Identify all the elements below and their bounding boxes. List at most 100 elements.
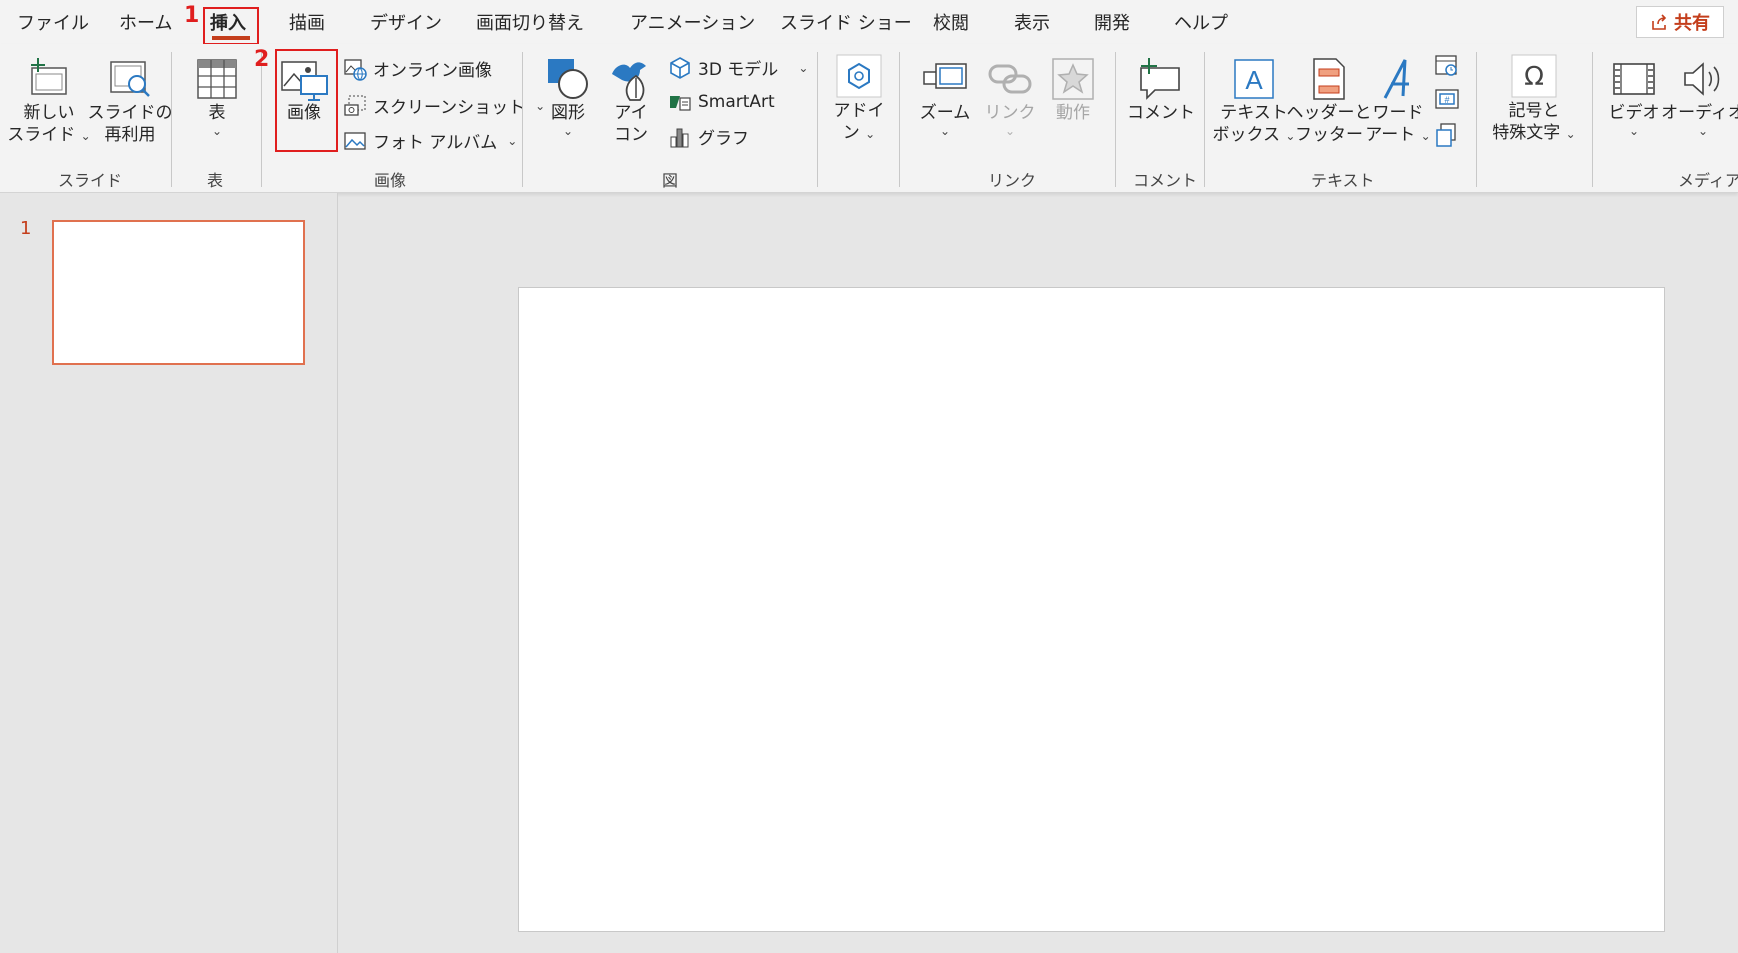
textbox-icon: A bbox=[1234, 59, 1274, 99]
audio-label: オーディオ bbox=[1661, 103, 1738, 123]
slide-number-button[interactable]: # bbox=[1434, 87, 1460, 113]
tab-review[interactable]: 校閲 bbox=[933, 9, 969, 35]
3d-models-button[interactable]: 3D モデル ⌄ bbox=[668, 55, 808, 80]
online-pictures-button[interactable]: オンライン画像 bbox=[343, 56, 492, 81]
chevron-down-icon: ⌄ bbox=[1697, 124, 1709, 138]
chevron-down-icon: ⌄ bbox=[211, 124, 223, 138]
tab-view[interactable]: 表示 bbox=[1014, 9, 1050, 35]
link-icon bbox=[988, 64, 1032, 94]
smartart-label: SmartArt bbox=[698, 92, 775, 112]
action-star-icon bbox=[1052, 58, 1094, 100]
group-label-slides: スライド bbox=[58, 171, 123, 190]
symbols-button[interactable]: Ω 記号と 特殊文字 ⌄ bbox=[1486, 52, 1582, 144]
tab-animations[interactable]: アニメーション bbox=[630, 9, 755, 35]
video-button[interactable]: ビデオ ⌄ bbox=[1602, 56, 1666, 138]
link-label: リンク bbox=[984, 103, 1036, 123]
audio-button[interactable]: オーディオ ⌄ bbox=[1661, 56, 1738, 138]
tab-file[interactable]: ファイル bbox=[17, 9, 89, 35]
smartart-icon bbox=[670, 96, 691, 111]
table-label: 表 bbox=[208, 103, 226, 123]
date-time-icon bbox=[1435, 55, 1457, 76]
3d-model-icon bbox=[670, 56, 690, 79]
reuse-slides-label-1: スライドの bbox=[87, 103, 173, 123]
new-slide-label-2: スライド bbox=[7, 125, 76, 145]
date-time-button[interactable] bbox=[1434, 52, 1460, 78]
group-separator bbox=[899, 52, 900, 187]
slide-number-icon: # bbox=[1435, 89, 1459, 109]
header-footer-label-1: ヘッダーと bbox=[1286, 103, 1372, 123]
tab-home[interactable]: ホーム bbox=[119, 9, 172, 35]
table-button[interactable]: 表 ⌄ bbox=[184, 56, 250, 138]
group-separator bbox=[817, 52, 818, 187]
group-label-comments: コメント bbox=[1133, 171, 1198, 190]
shapes-icon bbox=[548, 59, 588, 99]
zoom-label: ズーム bbox=[919, 103, 971, 123]
zoom-button[interactable]: ズーム ⌄ bbox=[912, 56, 978, 138]
slide-thumbnail-1[interactable] bbox=[52, 220, 305, 365]
chart-label: グラフ bbox=[698, 129, 749, 149]
group-label-links: リンク bbox=[988, 171, 1037, 190]
chevron-down-icon: ⌄ bbox=[939, 124, 951, 138]
addins-label-1: アドイ bbox=[833, 101, 885, 121]
step-2-highlight-box bbox=[275, 49, 338, 152]
speaker-icon bbox=[1684, 62, 1720, 96]
header-footer-button[interactable]: ヘッダーと フッター bbox=[1287, 56, 1372, 146]
wordart-button[interactable]: ワード アート ⌄ bbox=[1365, 56, 1431, 146]
chevron-down-icon: ⌄ bbox=[865, 127, 876, 141]
icons-button[interactable]: アイ コン bbox=[600, 56, 662, 146]
textbox-label-1: テキスト bbox=[1220, 103, 1288, 123]
wordart-label-2: アート bbox=[1365, 125, 1416, 145]
group-label-tables: 表 bbox=[207, 171, 224, 190]
group-label-images: 画像 bbox=[374, 171, 407, 190]
new-slide-button[interactable]: 新しい スライド ⌄ bbox=[7, 56, 91, 146]
wordart-icon bbox=[1383, 59, 1409, 99]
chevron-down-icon: ⌄ bbox=[1004, 124, 1016, 138]
group-label-text: テキスト bbox=[1311, 171, 1375, 190]
video-film-icon bbox=[1613, 63, 1655, 95]
screenshot-button[interactable]: スクリーンショット ⌄ bbox=[343, 93, 545, 118]
group-separator bbox=[171, 52, 172, 187]
reuse-slides-label-2: 再利用 bbox=[104, 125, 156, 145]
smartart-button[interactable]: SmartArt bbox=[668, 90, 775, 114]
screenshot-label: スクリーンショット bbox=[373, 98, 526, 118]
group-separator bbox=[522, 52, 523, 187]
tab-developer[interactable]: 開発 bbox=[1094, 9, 1130, 35]
icons-label-2: コン bbox=[614, 125, 648, 145]
group-separator bbox=[261, 52, 262, 187]
photo-album-button[interactable]: フォト アルバム ⌄ bbox=[343, 128, 517, 153]
slide-thumbnail-number: 1 bbox=[20, 218, 32, 239]
addins-button[interactable]: アドイ ン ⌄ bbox=[828, 52, 890, 144]
chevron-down-icon: ⌄ bbox=[1628, 124, 1640, 138]
tab-design[interactable]: デザイン bbox=[370, 9, 442, 35]
tab-draw[interactable]: 描画 bbox=[289, 9, 325, 35]
share-button[interactable]: 共有 bbox=[1636, 6, 1724, 38]
group-label-illustrations: 図 bbox=[662, 171, 679, 190]
comment-label: コメント bbox=[1127, 103, 1195, 123]
group-label-media: メディア bbox=[1678, 171, 1738, 190]
chevron-down-icon: ⌄ bbox=[562, 124, 574, 138]
object-button[interactable] bbox=[1434, 122, 1460, 148]
textbox-label-2: ボックス bbox=[1212, 125, 1281, 145]
link-button[interactable]: リンク ⌄ bbox=[978, 56, 1042, 138]
action-button[interactable]: 動作 bbox=[1042, 56, 1104, 124]
chevron-down-icon: ⌄ bbox=[1565, 127, 1576, 141]
comment-button[interactable]: コメント bbox=[1126, 56, 1196, 124]
shapes-label: 図形 bbox=[551, 103, 585, 123]
textbox-button[interactable]: A テキスト ボックス ⌄ bbox=[1212, 56, 1295, 146]
icons-label-1: アイ bbox=[614, 103, 648, 123]
tab-help[interactable]: ヘルプ bbox=[1174, 9, 1228, 35]
tab-transitions[interactable]: 画面切り替え bbox=[476, 9, 584, 35]
slide-canvas[interactable] bbox=[518, 287, 1665, 932]
comment-icon bbox=[1140, 58, 1180, 100]
svg-text:A: A bbox=[1245, 65, 1263, 95]
video-label: ビデオ bbox=[1608, 103, 1660, 123]
table-icon bbox=[197, 59, 237, 99]
tab-slideshow[interactable]: スライド ショー bbox=[780, 9, 912, 35]
step-1-highlight-box bbox=[203, 7, 259, 45]
chevron-down-icon: ⌄ bbox=[1420, 129, 1431, 143]
shapes-button[interactable]: 図形 ⌄ bbox=[536, 56, 600, 138]
action-label: 動作 bbox=[1056, 103, 1090, 123]
photo-album-label: フォト アルバム bbox=[373, 133, 498, 153]
reuse-slides-button[interactable]: スライドの 再利用 bbox=[87, 56, 173, 146]
chart-button[interactable]: グラフ bbox=[668, 124, 749, 149]
